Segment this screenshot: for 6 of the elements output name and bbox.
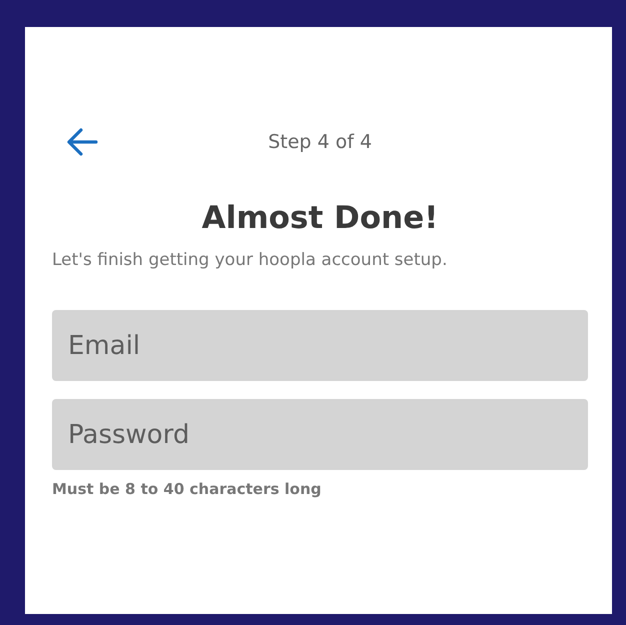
step-indicator: Step 4 of 4 [268,131,372,153]
subtitle: Let's finish getting your hoopla account setup. [52,250,448,270]
email-field[interactable]: Email [52,310,588,381]
password-hint: Must be 8 to 40 characters long [52,480,322,498]
page-title: Almost Done! [202,200,438,236]
password-field[interactable]: Password [52,399,588,470]
